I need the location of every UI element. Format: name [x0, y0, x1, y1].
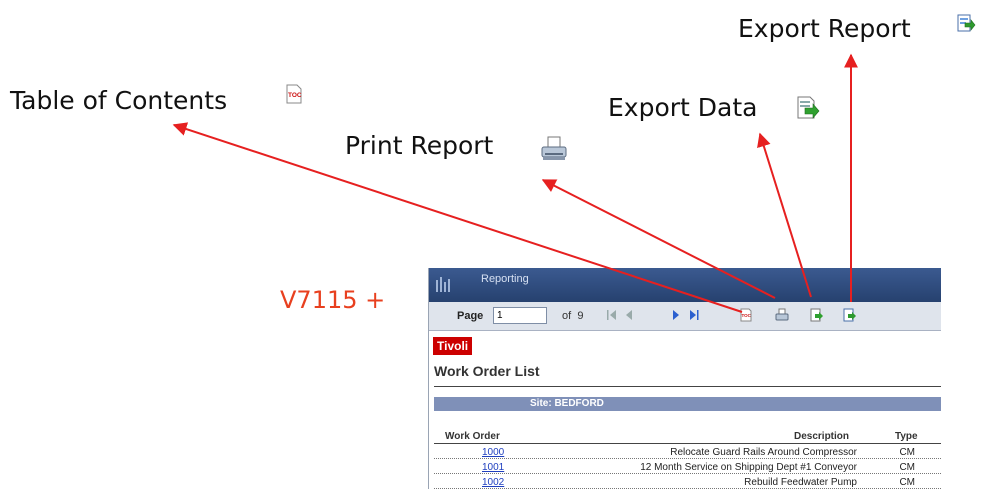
- toc-arrow: [172, 122, 743, 313]
- export-data-arrow: [757, 132, 812, 298]
- print-arrow: [541, 179, 776, 299]
- annotation-arrows: [172, 53, 858, 313]
